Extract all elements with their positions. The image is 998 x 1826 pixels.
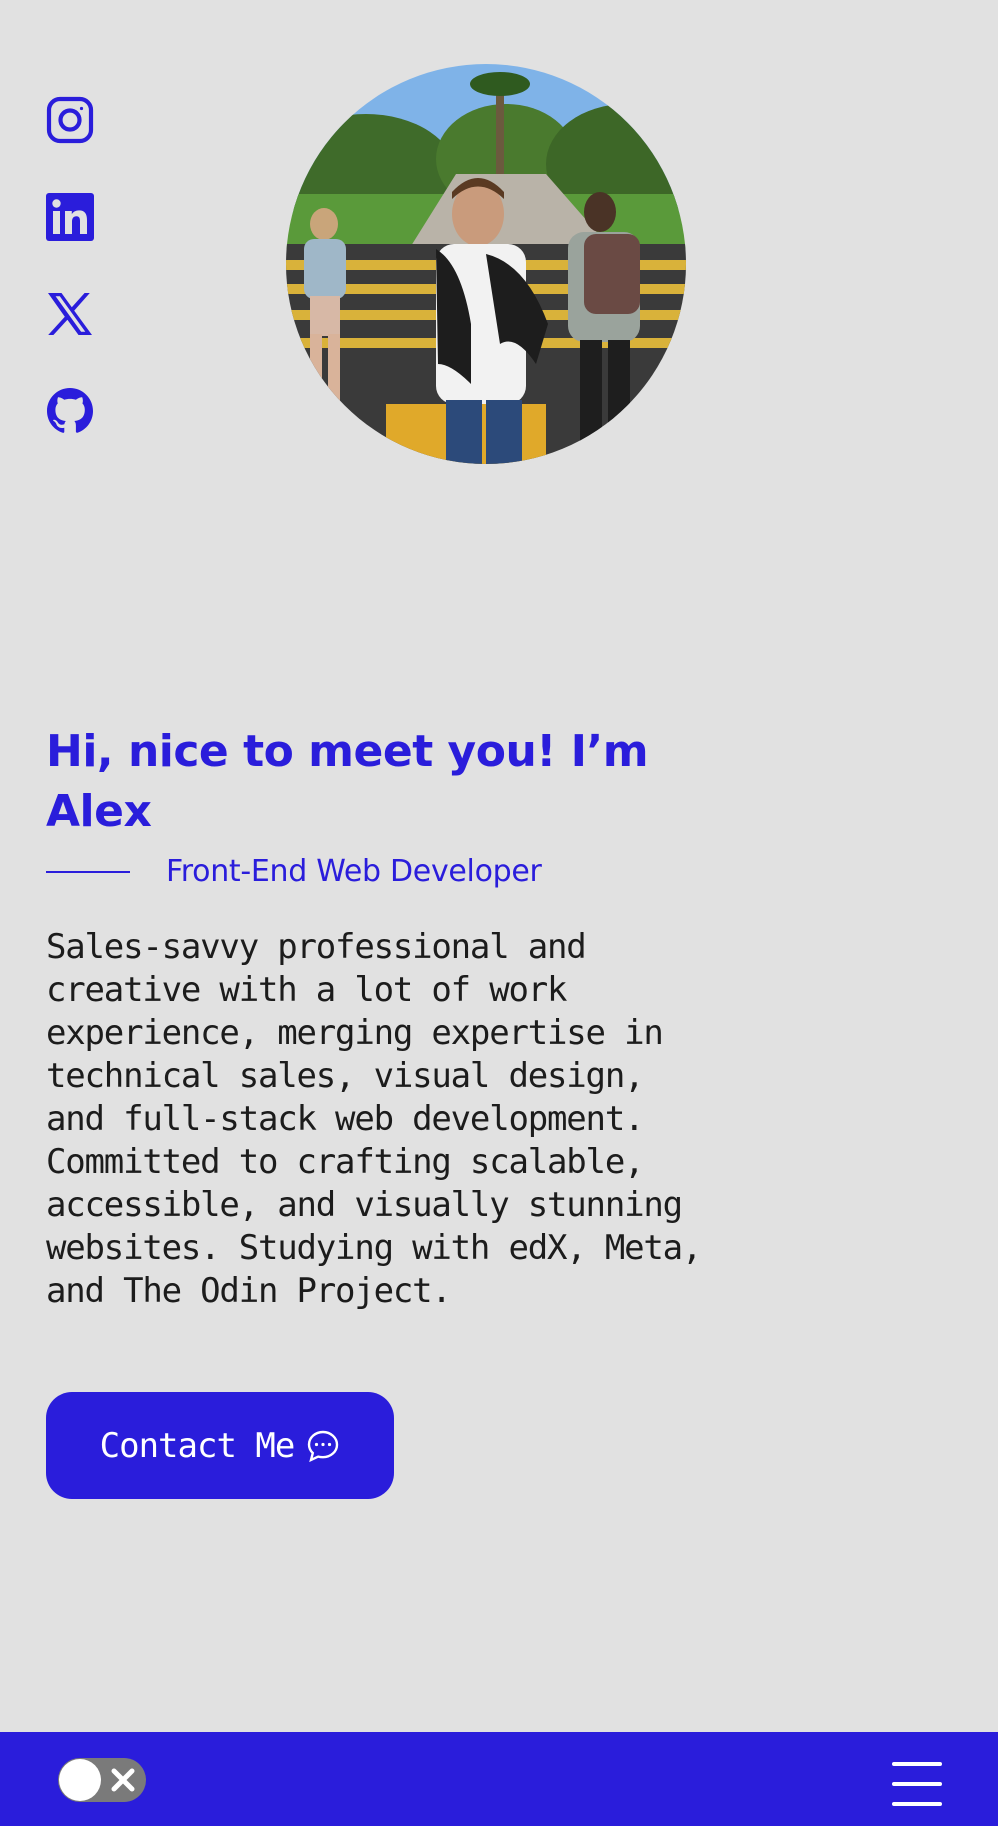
role-title: Front-End Web Developer — [166, 854, 542, 889]
x-twitter-icon — [48, 293, 92, 335]
github-link[interactable] — [46, 387, 94, 436]
hamburger-menu-icon[interactable] — [892, 1762, 942, 1806]
x-twitter-link[interactable] — [46, 290, 94, 339]
contact-me-label: Contact Me — [99, 1425, 296, 1466]
profile-photo — [286, 64, 686, 464]
bio-text: Sales-savvy professional and creative wi… — [46, 927, 702, 1311]
hero-greeting: Hi, nice to meet you! I’m Alex — [46, 726, 649, 837]
role-divider — [46, 871, 130, 873]
social-links — [46, 96, 94, 436]
close-icon — [111, 1768, 135, 1792]
linkedin-icon — [46, 193, 94, 241]
toggle-knob — [59, 1759, 101, 1801]
github-icon — [47, 388, 93, 433]
contact-me-button[interactable]: Contact Me — [46, 1392, 394, 1499]
instagram-icon — [46, 96, 94, 144]
instagram-link[interactable] — [46, 96, 94, 145]
linkedin-link[interactable] — [46, 193, 94, 242]
bottom-bar — [0, 1732, 998, 1826]
role-row: Front-End Web Developer — [46, 852, 542, 892]
chat-bubble-icon — [308, 1430, 339, 1462]
theme-toggle[interactable] — [58, 1758, 146, 1802]
